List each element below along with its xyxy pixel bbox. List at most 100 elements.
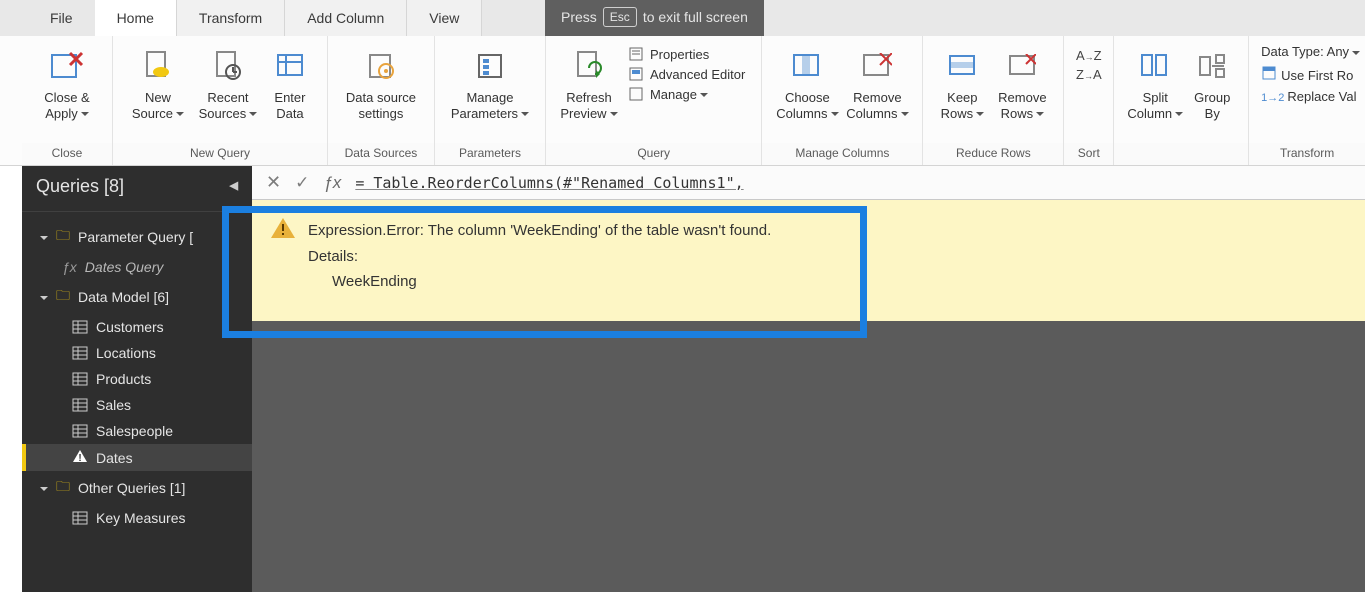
group-label-query: Query <box>546 143 761 165</box>
keep-rows-button[interactable]: Keep Rows <box>933 42 991 125</box>
ribbon-group-split-groupby: Split Column Group By <box>1114 36 1248 165</box>
sort-asc-button[interactable]: A→Z <box>1076 48 1102 63</box>
table-icon <box>72 346 88 360</box>
data-type-button[interactable]: Data Type: Any <box>1261 44 1359 59</box>
formula-text[interactable]: = Table.ReorderColumns(#"Renamed Columns… <box>355 174 743 192</box>
recent-sources-icon <box>213 46 243 86</box>
tab-file[interactable]: File <box>28 0 95 36</box>
query-sales[interactable]: Sales <box>22 392 252 418</box>
error-details-value: WeekEnding <box>308 269 1345 295</box>
choose-columns-icon <box>792 46 822 86</box>
query-products[interactable]: Products <box>22 366 252 392</box>
collapse-sidebar-icon[interactable]: ▶ <box>229 180 238 194</box>
query-dates[interactable]: ! Dates <box>22 444 252 471</box>
formula-bar[interactable]: ✕ ✓ ƒx = Table.ReorderColumns(#"Renamed … <box>252 166 1365 200</box>
remove-rows-label: Remove Rows <box>998 90 1046 121</box>
ribbon-group-manage-columns: Choose Columns Remove Columns Manage Col… <box>762 36 923 165</box>
advanced-editor-button[interactable]: Advanced Editor <box>628 66 745 82</box>
error-details-label: Details: <box>308 244 1345 270</box>
properties-button[interactable]: Properties <box>628 46 745 62</box>
customers-label: Customers <box>96 319 164 335</box>
sort-asc-icon: A→Z <box>1076 48 1102 63</box>
ribbon-group-reduce-rows: Keep Rows Remove Rows Reduce Rows <box>923 36 1064 165</box>
error-warning-icon <box>270 216 296 249</box>
group-label-reduce-rows: Reduce Rows <box>923 143 1063 165</box>
enter-data-label: Enter Data <box>274 90 305 121</box>
group-label-empty <box>1114 143 1248 165</box>
group-label-sort: Sort <box>1064 143 1113 165</box>
query-salespeople[interactable]: Salespeople <box>22 418 252 444</box>
query-customers[interactable]: Customers <box>22 314 252 340</box>
first-row-icon <box>1261 65 1277 81</box>
remove-rows-button[interactable]: Remove Rows <box>991 42 1053 125</box>
expand-icon <box>42 229 48 245</box>
queries-tree: 🗀 Parameter Query [ ƒx Dates Query 🗀 Dat… <box>22 212 252 531</box>
formula-cancel-icon[interactable]: ✕ <box>266 172 281 193</box>
manage-query-button[interactable]: Manage <box>628 86 745 102</box>
remove-columns-button[interactable]: Remove Columns <box>842 42 912 125</box>
keep-rows-label: Keep Rows <box>941 90 985 121</box>
queries-sidebar: Queries [8] ▶ 🗀 Parameter Query [ ƒx Dat… <box>22 166 252 592</box>
refresh-preview-button[interactable]: Refresh Preview <box>556 42 622 125</box>
group-by-button[interactable]: Group By <box>1186 42 1238 125</box>
query-stack: Properties Advanced Editor Manage <box>622 42 751 106</box>
overlay-post: to exit full screen <box>643 9 748 25</box>
tab-home[interactable]: Home <box>95 0 177 36</box>
replace-values-button[interactable]: 1→2Replace Val <box>1261 89 1359 104</box>
split-column-label: Split Column <box>1127 90 1183 121</box>
tab-transform[interactable]: Transform <box>177 0 285 36</box>
close-apply-button[interactable]: Close & Apply <box>32 42 102 125</box>
new-source-button[interactable]: New Source <box>123 42 193 125</box>
query-locations[interactable]: Locations <box>22 340 252 366</box>
query-key-measures[interactable]: Key Measures <box>22 505 252 531</box>
remove-columns-icon <box>862 46 892 86</box>
table-icon <box>72 424 88 438</box>
sales-label: Sales <box>96 397 131 413</box>
sort-desc-button[interactable]: Z→A <box>1076 67 1102 82</box>
refresh-preview-label: Refresh Preview <box>560 90 617 121</box>
folder-data-model[interactable]: 🗀 Data Model [6] <box>22 280 252 314</box>
folder-parameter-query[interactable]: 🗀 Parameter Query [ <box>22 220 252 254</box>
close-apply-label: Close & Apply <box>44 90 90 121</box>
dates-label: Dates <box>96 450 133 466</box>
svg-text:!: ! <box>78 453 81 463</box>
choose-columns-label: Choose Columns <box>776 90 838 121</box>
folder-other-queries[interactable]: 🗀 Other Queries [1] <box>22 471 252 505</box>
settings-icon <box>366 46 396 86</box>
table-icon <box>72 372 88 386</box>
manage-parameters-button[interactable]: Manage Parameters <box>445 42 535 125</box>
enter-data-button[interactable]: Enter Data <box>263 42 317 125</box>
formula-commit-icon[interactable]: ✓ <box>295 173 309 193</box>
data-model-label: Data Model [6] <box>78 289 169 305</box>
remove-columns-label: Remove Columns <box>846 90 908 121</box>
manage-icon <box>628 86 644 102</box>
properties-icon <box>628 46 644 62</box>
use-first-row-button[interactable]: Use First Ro <box>1261 65 1359 83</box>
replace-values-label: Replace Val <box>1287 89 1356 104</box>
recent-sources-button[interactable]: Recent Sources <box>193 42 263 125</box>
new-source-label: New Source <box>132 90 184 121</box>
table-icon <box>72 398 88 412</box>
fx-icon: ƒx <box>62 259 77 275</box>
esc-key: Esc <box>603 7 637 27</box>
ribbon-group-transform: Data Type: Any Use First Ro 1→2Replace V… <box>1248 36 1365 165</box>
fx-icon[interactable]: ƒx <box>323 173 341 193</box>
ribbon-group-new-query: New Source Recent Sources Enter Data New… <box>113 36 328 165</box>
error-message: Expression.Error: The column 'WeekEnding… <box>308 218 1345 244</box>
overlay-pre: Press <box>561 9 597 25</box>
queries-title: Queries [8] <box>36 176 124 197</box>
products-label: Products <box>96 371 151 387</box>
dates-query-item[interactable]: ƒx Dates Query <box>22 254 252 280</box>
choose-columns-button[interactable]: Choose Columns <box>772 42 842 125</box>
data-source-settings-button[interactable]: Data source settings <box>338 42 424 125</box>
split-column-button[interactable]: Split Column <box>1124 42 1186 125</box>
tab-add-column[interactable]: Add Column <box>285 0 407 36</box>
parameter-query-label: Parameter Query [ <box>78 229 193 245</box>
expand-icon <box>42 289 48 305</box>
advanced-editor-label: Advanced Editor <box>650 67 745 82</box>
tab-view[interactable]: View <box>407 0 482 36</box>
ribbon-group-data-sources: Data source settings Data Sources <box>328 36 435 165</box>
data-source-settings-label: Data source settings <box>346 90 416 121</box>
ribbon: Close & Apply Close New Source Recent So… <box>0 36 1365 166</box>
new-source-icon <box>143 46 173 86</box>
